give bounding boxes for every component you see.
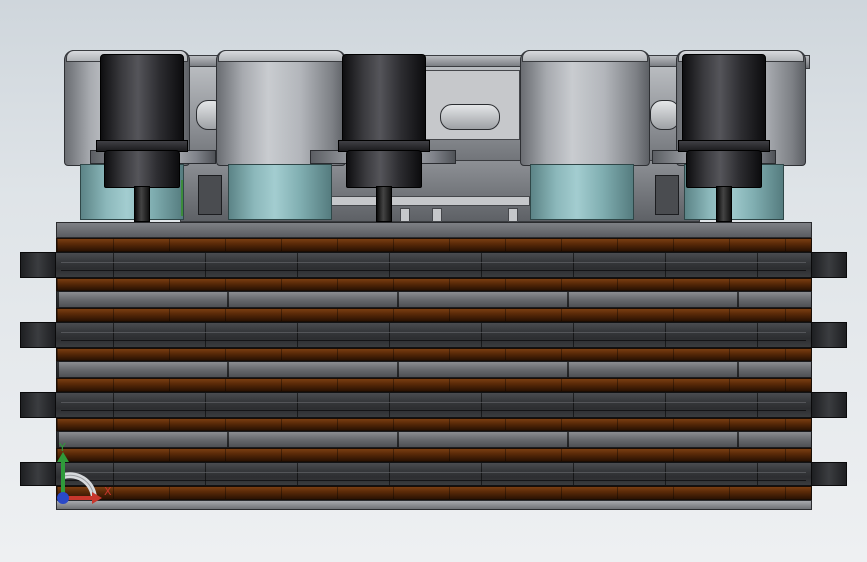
teal-base-3: [530, 164, 634, 220]
cylinder-housing-3-top: [522, 50, 648, 62]
slot-feature-center: [440, 104, 500, 130]
wood-layer-2: [56, 278, 812, 291]
stem-1: [134, 186, 150, 222]
axis-triad[interactable]: Y X: [50, 440, 120, 510]
black-cap-1: [100, 54, 184, 146]
black-cap-3: [682, 54, 766, 146]
wood-layer-3: [56, 308, 812, 322]
dark-plate-3-lip-right: [811, 392, 847, 418]
black-cap-2: [342, 54, 426, 146]
black-cap-2-lower: [346, 150, 422, 188]
bottom-rail: [56, 500, 812, 510]
cylinder-housing-3: [520, 50, 650, 166]
stem-3: [716, 186, 732, 222]
dark-plate-1-lip-right: [811, 252, 847, 278]
steel-layer-1: [56, 291, 812, 308]
dark-plate-2-lip-left: [20, 322, 56, 348]
green-edge-marker: [181, 180, 183, 216]
steel-layer-3: [56, 431, 812, 448]
wood-layer-6: [56, 418, 812, 431]
black-cap-1-lower: [104, 150, 180, 188]
wood-layer-7: [56, 448, 812, 462]
y-axis-label: Y: [59, 441, 66, 454]
lower-frame-stud-2: [432, 208, 442, 222]
steel-layer-2: [56, 361, 812, 378]
lower-frame-stud-1: [400, 208, 410, 222]
black-cap-3-lower: [686, 150, 762, 188]
dark-plate-1: [20, 252, 847, 278]
dark-plate-3-lip-left: [20, 392, 56, 418]
cylinder-housing-2: [216, 50, 346, 166]
wood-layer-8: [56, 486, 812, 500]
wood-layer-1: [56, 238, 812, 252]
wood-layer-4: [56, 348, 812, 361]
dark-plate-1-lip-left: [20, 252, 56, 278]
dark-plate-3: [20, 392, 847, 418]
dark-plate-2-lip-right: [811, 322, 847, 348]
cylinder-housing-2-top: [218, 50, 344, 62]
x-axis-label: X: [104, 485, 112, 498]
dark-plate-4: [20, 462, 847, 486]
wood-layer-5: [56, 378, 812, 392]
lower-frame-window-right: [655, 175, 679, 215]
z-axis-dot-icon: [57, 492, 69, 504]
dark-plate-4-lip-right: [811, 462, 847, 486]
lower-frame-window-left: [198, 175, 222, 215]
cad-viewport[interactable]: Y X: [0, 0, 867, 562]
lower-frame-stud-3: [508, 208, 518, 222]
teal-base-2: [228, 164, 332, 220]
stem-2: [376, 186, 392, 222]
top-base-plate: [56, 222, 812, 238]
dark-plate-2: [20, 322, 847, 348]
lower-frame-bar: [330, 196, 530, 206]
